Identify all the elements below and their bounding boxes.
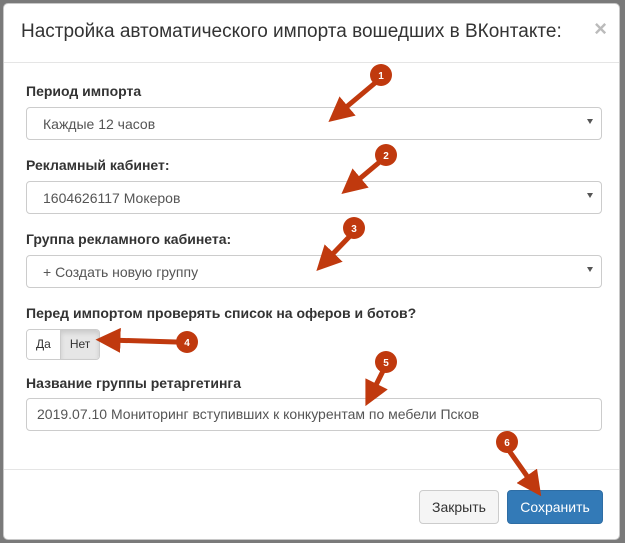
period-select[interactable]: Каждые 12 часов [26,107,602,140]
dialog-footer: Закрыть Сохранить [4,469,619,539]
save-button[interactable]: Сохранить [507,490,603,524]
ad-cabinet-select[interactable]: 1604626117 Мокеров [26,181,602,214]
cabinet-group-select-value: + Создать новую группу [43,264,199,280]
period-label: Период импорта [26,83,142,99]
chevron-down-icon [587,267,593,272]
chevron-down-icon [587,119,593,124]
cabinet-group-label: Группа рекламного кабинета: [26,231,232,247]
cabinet-group-select[interactable]: + Создать новую группу [26,255,602,288]
check-bots-toggle: Да Нет [26,329,101,360]
toggle-no-button[interactable]: Нет [59,330,100,359]
dialog-title: Настройка автоматического импорта вошедш… [21,21,562,42]
close-button[interactable]: Закрыть [419,490,499,524]
check-bots-label: Перед импортом проверять список на оферо… [26,305,417,321]
retargeting-group-value: 2019.07.10 Мониторинг вступивших к конку… [37,406,480,422]
retargeting-group-label: Название группы ретаргетинга [26,375,242,391]
retargeting-group-input[interactable]: 2019.07.10 Мониторинг вступивших к конку… [26,398,602,431]
toggle-yes-button[interactable]: Да [27,330,60,359]
import-settings-dialog: Настройка автоматического импорта вошедш… [3,3,620,540]
ad-cabinet-label: Рекламный кабинет: [26,157,170,173]
ad-cabinet-select-value: 1604626117 Мокеров [43,190,181,206]
dialog-header: Настройка автоматического импорта вошедш… [4,4,619,63]
chevron-down-icon [587,193,593,198]
close-icon[interactable]: × [594,18,607,40]
period-select-value: Каждые 12 часов [43,116,156,132]
